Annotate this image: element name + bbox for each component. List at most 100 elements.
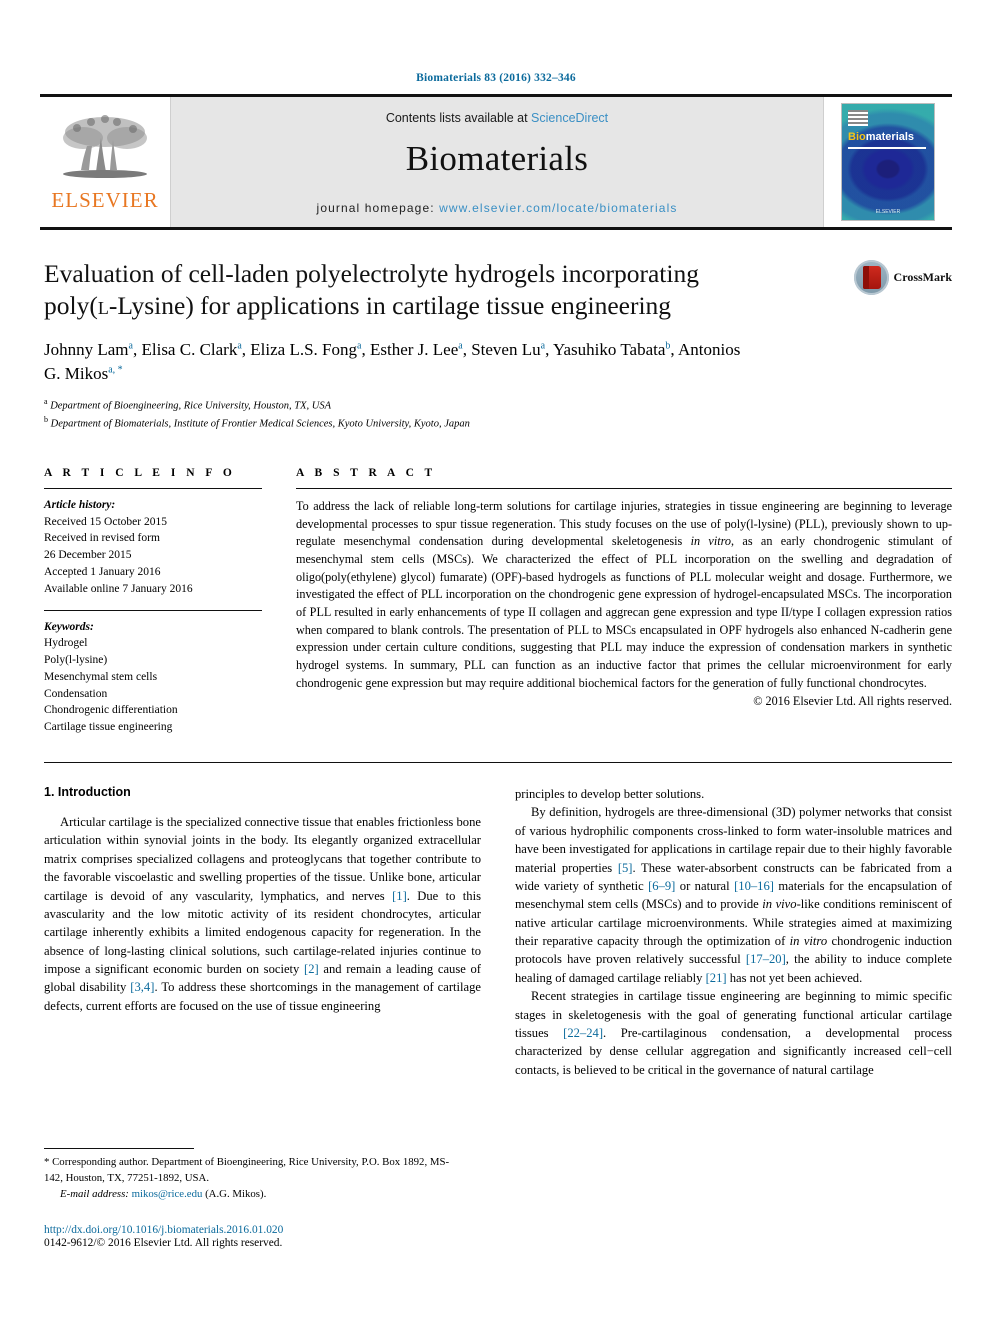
author-affiliation-mark: a, * [108, 364, 123, 376]
citation-link[interactable]: [21] [706, 971, 727, 985]
cover-footer: ELSEVIER [875, 209, 901, 215]
sciencedirect-link[interactable]: ScienceDirect [531, 111, 608, 125]
journal-masthead: ELSEVIER Contents lists available at Sci… [40, 94, 952, 230]
italic-term: in vitro [789, 934, 828, 948]
cover-title-rest: materials [865, 131, 915, 143]
author-affiliation-mark: a [128, 340, 133, 352]
citation-link[interactable]: [1] [392, 889, 407, 903]
keyword-item: Poly(l-lysine) [44, 654, 108, 667]
body-columns: 1. Introduction Articular cartilage is t… [44, 785, 952, 1079]
citation-link[interactable]: [6–9] [648, 879, 675, 893]
author-affiliation-mark: a [458, 340, 463, 352]
author-affiliation-mark: b [665, 340, 671, 352]
author-name: Johnny Lam [44, 339, 129, 359]
abstract-body: To address the lack of reliable long-ter… [296, 498, 953, 690]
title-line-2-smallcaps: l [97, 290, 109, 320]
article-history-label: Article history: [44, 498, 116, 511]
abstract-copyright: © 2016 Elsevier Ltd. All rights reserved… [753, 694, 952, 709]
cover-badge-icon [848, 110, 868, 126]
info-abstract-region: A R T I C L E I N F O Article history: R… [44, 467, 952, 736]
article-info-heading: A R T I C L E I N F O [44, 466, 236, 479]
author-name: Yasuhiko Tabata [552, 339, 666, 359]
article-history-item: Received in revised form [44, 532, 160, 545]
introduction-right-paragraphs: principles to develop better solutions. B… [515, 785, 952, 1079]
doi-block: http://dx.doi.org/10.1016/j.biomaterials… [44, 1224, 283, 1249]
citation-link[interactable]: [5] [618, 861, 633, 875]
email-suffix: (A.G. Mikos). [202, 1188, 267, 1201]
contents-prefix: Contents lists available at [385, 111, 532, 125]
italic-term: in vivo [762, 897, 797, 912]
author-list: Johnny Lama, Elisa C. Clarka, Eliza L.S.… [44, 339, 741, 384]
crossmark-icon [853, 260, 889, 295]
footnote-block: * Corresponding author. Department of Bi… [44, 1148, 464, 1200]
keyword-item: Hydrogel [44, 637, 88, 650]
title-line-1: Evaluation of cell-laden polyelectrolyte… [44, 259, 699, 288]
masthead-center: Contents lists available at ScienceDirec… [171, 97, 823, 227]
footnote-rule [44, 1148, 194, 1149]
title-line-2-a: poly( [44, 290, 98, 320]
journal-cover-cell: Biomaterials ELSEVIER [823, 97, 952, 227]
contents-lists-line: Contents lists available at ScienceDirec… [386, 111, 608, 125]
author-name: Esther J. Lee [369, 339, 459, 359]
title-line-2-b: -Lysine) for applications in cartilage t… [108, 290, 672, 320]
section-divider [44, 762, 952, 763]
elsevier-tree-icon [63, 114, 147, 178]
article-history-item: Accepted 1 January 2016 [44, 565, 161, 578]
author-affiliation-mark: a [540, 340, 546, 352]
citation-link[interactable]: [22–24] [563, 1026, 603, 1040]
article-history-item: Available online 7 January 2016 [44, 582, 193, 595]
homepage-prefix: journal homepage: [316, 201, 440, 215]
email-address-link[interactable]: mikos@rice.edu [132, 1188, 203, 1200]
crossmark-badge[interactable]: CrossMark [853, 260, 952, 295]
author-affiliation-mark: a [237, 340, 242, 352]
article-history-item: 26 December 2015 [44, 549, 132, 562]
body-column-left: 1. Introduction Articular cartilage is t… [44, 785, 481, 1079]
doi-link[interactable]: http://dx.doi.org/10.1016/j.biomaterials… [44, 1224, 283, 1236]
corresponding-author-note: * Corresponding author. Department of Bi… [44, 1155, 464, 1186]
keywords-items: Hydrogel Poly(l-lysine) Mesenchymal stem c… [44, 635, 262, 736]
body-paragraph: By definition, hydrogels are three-dimen… [515, 805, 953, 985]
body-paragraph: Recent strategies in cartilage tissue en… [515, 989, 952, 1077]
keyword-item: Cartilage tissue engineering [44, 721, 173, 734]
elsevier-wordmark: ELSEVIER [51, 187, 159, 212]
affiliation-list: a Department of Bioengineering, Rice Uni… [44, 396, 952, 433]
cover-rule [848, 147, 926, 149]
author-name: Elisa C. Clark [141, 339, 238, 359]
introduction-heading: 1. Introduction [44, 785, 131, 799]
keyword-item: Mesenchymal stem cells [44, 670, 158, 683]
citation-link[interactable]: [2] [304, 962, 319, 976]
abstract-italic-term: in vitro [690, 534, 732, 549]
corresponding-text: Corresponding author. Department of Bioe… [44, 1156, 450, 1184]
article-history-items: Received 15 October 2015 Received in revi… [44, 514, 262, 598]
keyword-item: Condensation [44, 687, 108, 700]
running-head: Biomaterials 83 (2016) 332–346 [416, 72, 576, 84]
affiliation-item: a Department of Bioengineering, Rice Uni… [44, 397, 332, 412]
body-paragraph: Articular cartilage is the specialized c… [44, 815, 482, 1013]
article-info-rule [44, 487, 262, 489]
email-label: E-mail address: [60, 1188, 129, 1201]
author-name: Eliza L.S. Fong [250, 339, 358, 359]
email-note: E-mail address: mikos@rice.edu (A.G. Mik… [44, 1188, 464, 1200]
journal-homepage-line: journal homepage: www.elsevier.com/locat… [317, 201, 678, 215]
paper-page: Biomaterials 83 (2016) 332–346 ELSEVIER … [0, 0, 992, 1323]
body-paragraph: principles to develop better solutions. [515, 787, 705, 801]
crossmark-label: CrossMark [893, 270, 952, 284]
title-block: CrossMark Evaluation of cell-laden polye… [44, 258, 952, 433]
keywords-label: Keywords: [44, 620, 94, 633]
citation-link[interactable]: [17–20] [746, 952, 786, 966]
issn-copyright: 0142-9612/© 2016 Elsevier Ltd. All right… [44, 1237, 283, 1249]
homepage-url[interactable]: www.elsevier.com/locate/biomaterials [439, 201, 677, 215]
keyword-item: Chondrogenic differentiation [44, 704, 178, 717]
article-history-group: Article history: Received 15 October 201… [44, 497, 262, 598]
elsevier-logo-cell: ELSEVIER [40, 97, 171, 227]
article-info-separator [44, 609, 262, 611]
citation-link[interactable]: [3,4] [130, 980, 154, 994]
article-history-item: Received 15 October 2015 [44, 515, 167, 528]
cover-title-bio: Bio [848, 131, 866, 143]
author-affiliation-mark: a [357, 340, 362, 352]
body-column-right: principles to develop better solutions. B… [515, 785, 952, 1079]
cover-title: Biomaterials [848, 131, 914, 143]
citation-link[interactable]: [10–16] [734, 879, 774, 893]
page-title: Evaluation of cell-laden polyelectrolyte… [44, 258, 744, 322]
journal-title: Biomaterials [405, 139, 589, 178]
